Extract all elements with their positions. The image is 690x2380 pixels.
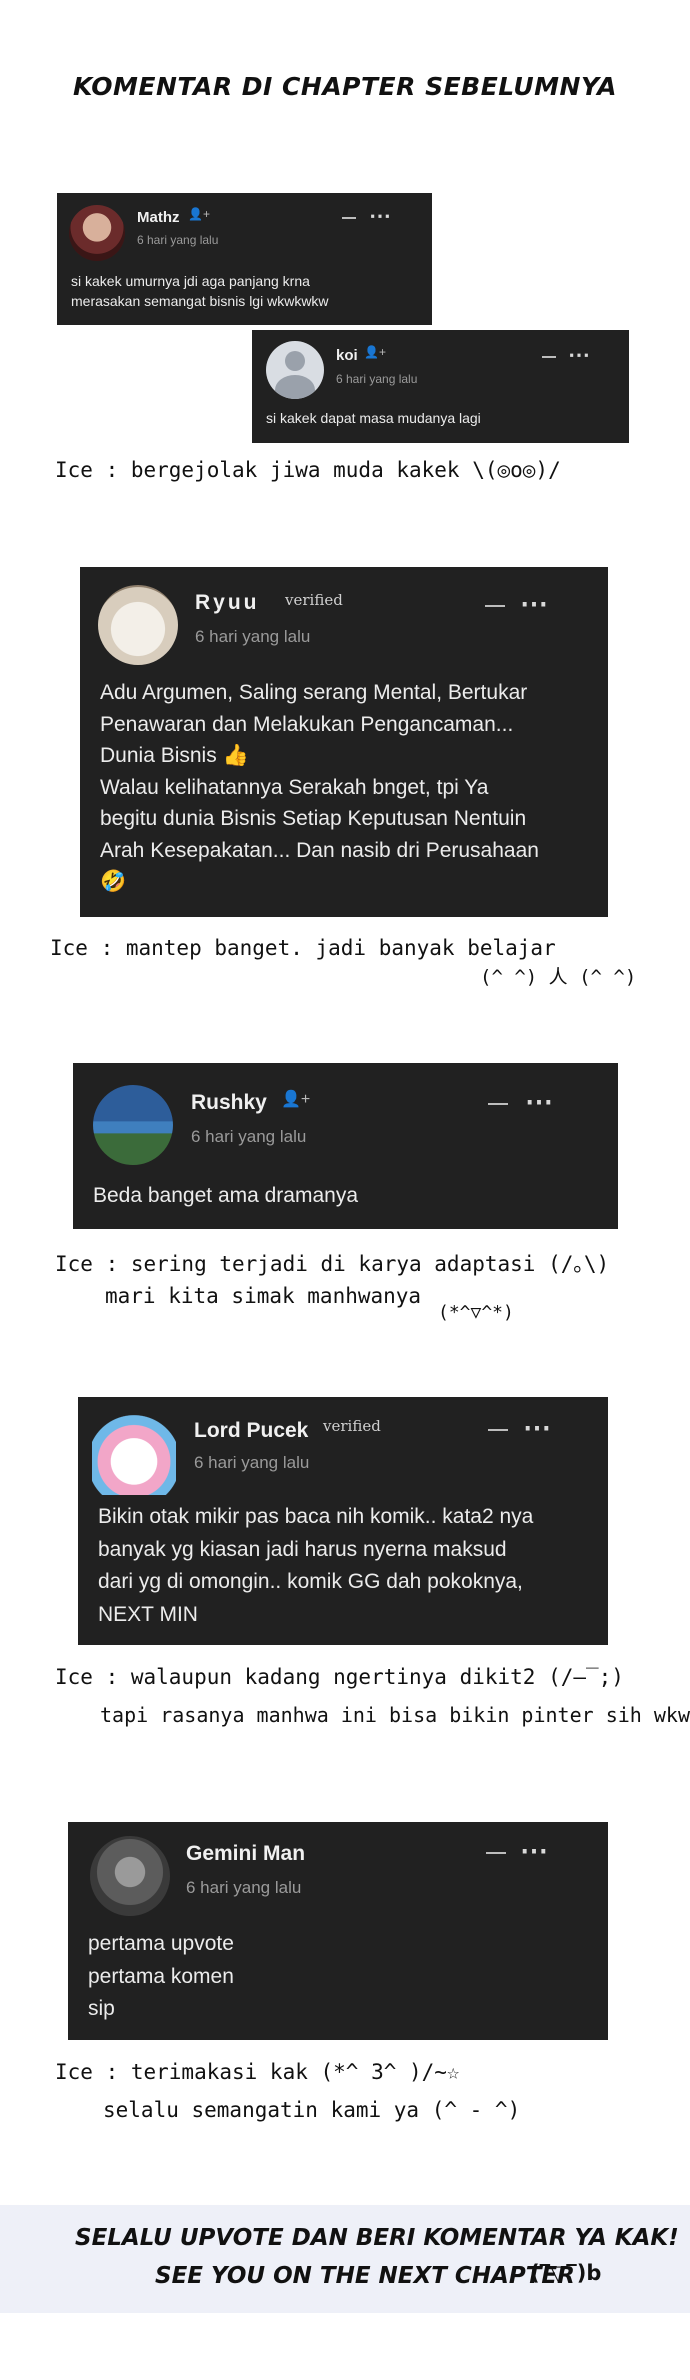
collapse-icon[interactable] [488, 1429, 508, 1431]
footer-banner: SELALU UPVOTE DAN BERI KOMENTAR YA KAK! … [0, 2205, 690, 2313]
add-user-icon[interactable]: 👤+ [364, 345, 386, 359]
reply-text: selalu semangatin kami ya (^ - ^) [103, 2098, 521, 2122]
verified-badge: verified [285, 591, 343, 609]
comment-text: si kakek dapat masa mudanya lagi [266, 410, 481, 426]
add-user-icon[interactable]: 👤+ [281, 1089, 310, 1109]
add-user-icon[interactable]: 👤+ [188, 207, 210, 221]
avatar [90, 1836, 170, 1916]
comment-text: Beda banget ama dramanya [93, 1184, 359, 1207]
more-options-icon[interactable]: ⋯ [520, 587, 549, 620]
comment-card-lord-pucek: Lord Pucek verified ⋯ 6 hari yang lalu B… [78, 1397, 608, 1645]
comment-card-ryuu: Ryuu verified ⋯ 6 hari yang lalu Adu Arg… [80, 567, 608, 917]
comment-text: Bikin otak mikir pas baca nih komik.. ka… [98, 1505, 534, 1626]
comment-text: Adu Argumen, Saling serang Mental, Bertu… [100, 681, 539, 893]
username: Lord Pucek [194, 1419, 309, 1442]
comment-text: pertama upvote pertama komen sip [88, 1932, 234, 2021]
footer-line-2: SEE YOU ON THE NEXT CHAPTER [155, 2263, 575, 2289]
username: Mathz [137, 209, 180, 226]
avatar [266, 341, 324, 399]
timestamp: 6 hari yang lalu [191, 1127, 307, 1146]
comment-text: si kakek umurnya jdi aga panjang krna me… [71, 273, 329, 310]
verified-badge: verified [323, 1417, 381, 1435]
reply-text: Ice : terimakasi kak (*^ 3^ )/~☆ [55, 2060, 460, 2084]
more-options-icon[interactable]: ⋯ [568, 342, 591, 368]
timestamp: 6 hari yang lalu [336, 372, 418, 386]
username: Rushky [191, 1091, 267, 1114]
timestamp: 6 hari yang lalu [194, 1453, 310, 1472]
avatar [69, 205, 125, 261]
username: Ryuu [195, 591, 260, 614]
more-options-icon[interactable]: ⋯ [369, 203, 392, 229]
reply-text: Ice : bergejolak jiwa muda kakek \(◎o◎)/ [55, 458, 561, 482]
comment-card-rushky: Rushky 👤+ 6 hari yang lalu ⋯ Beda banget… [73, 1063, 618, 1229]
reply-kaomoji: (*^▽^*) [438, 1302, 514, 1323]
more-options-icon[interactable]: ⋯ [525, 1085, 554, 1118]
comment-card-mathz: Mathz 👤+ 6 hari yang lalu ⋯ si kakek umu… [57, 193, 432, 325]
footer-line-1: SELALU UPVOTE DAN BERI KOMENTAR YA KAK! [75, 2225, 679, 2251]
collapse-icon[interactable] [342, 217, 356, 219]
timestamp: 6 hari yang lalu [137, 233, 219, 247]
timestamp: 6 hari yang lalu [186, 1878, 302, 1897]
reply-kaomoji: (^ ^) 人 (^ ^) [480, 966, 637, 988]
reply-text: Ice : sering terjadi di karya adaptasi (… [55, 1252, 610, 1276]
comment-card-gemini-man: Gemini Man ⋯ 6 hari yang lalu pertama up… [68, 1822, 608, 2040]
collapse-icon[interactable] [542, 356, 556, 358]
reply-text: mari kita simak manhwanya [105, 1284, 422, 1308]
more-options-icon[interactable]: ⋯ [523, 1411, 552, 1444]
comment-card-koi: koi 👤+ 6 hari yang lalu ⋯ si kakek dapat… [252, 330, 629, 443]
reply-text: Ice : walaupun kadang ngertinya dikit2 (… [55, 1665, 624, 1689]
avatar [93, 1085, 173, 1165]
avatar [98, 585, 178, 665]
page-title: KOMENTAR DI CHAPTER SEBELUMNYA [72, 72, 618, 101]
username: Gemini Man [186, 1842, 306, 1865]
footer-kaomoji: (‾▽‾)b [530, 2261, 602, 2285]
more-options-icon[interactable]: ⋯ [520, 1834, 549, 1867]
collapse-icon[interactable] [485, 605, 505, 607]
reply-text: Ice : mantep banget. jadi banyak belajar [50, 936, 556, 960]
collapse-icon[interactable] [488, 1103, 508, 1105]
reply-text: tapi rasanya manhwa ini bisa bikin pinte… [100, 1703, 690, 1727]
avatar [92, 1411, 176, 1495]
timestamp: 6 hari yang lalu [195, 627, 311, 646]
collapse-icon[interactable] [486, 1852, 506, 1854]
username: koi [336, 347, 358, 364]
